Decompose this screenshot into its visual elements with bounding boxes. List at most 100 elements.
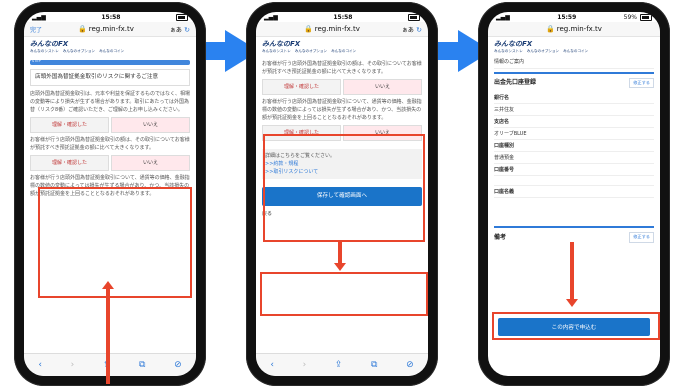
logo-sub-2: みんなのオプション — [294, 49, 328, 54]
account-number-value — [494, 176, 654, 187]
status-bar: ▂▄▆ 15:58 — [256, 12, 428, 22]
back-icon[interactable]: ‹ — [270, 360, 274, 370]
logo-sub-1: みんなのシストレ — [494, 49, 523, 54]
lock-icon: 🔒 — [546, 25, 555, 33]
status-time: 15:58 — [333, 13, 353, 21]
phone-1: ▂▄▆ 15:58 完了 🔒 reg.min-fx.tv ぁあ ↻ みんなのFX … — [14, 2, 206, 386]
notice-text-0: お客様が行う店頭外国為替証拠金取引の額は、その取引についてお客様が預託すべき預託… — [262, 60, 422, 75]
battery-text: 59% — [623, 13, 637, 21]
forward-icon[interactable]: › — [71, 360, 75, 370]
url-text[interactable]: reg.min-fx.tv — [315, 25, 360, 33]
back-icon[interactable]: ‹ — [38, 360, 42, 370]
battery-icon — [407, 13, 420, 21]
section-remarks-title: 備考 — [494, 234, 507, 242]
browser-toolbar: ‹ › ⇪ ⧉ ⊘ — [256, 353, 428, 376]
share-icon[interactable]: ⇪ — [335, 360, 343, 370]
section-divider-2 — [494, 226, 654, 229]
notice-text-2: お客様が行う店頭外国為替証拠金取引の額は、その取引についてお客様が預託すべき預託… — [30, 136, 190, 151]
logo-sub-3: みんなのコイン — [99, 49, 125, 54]
page-content: STEP 店頭外国為替証拠金取引のリスクに関するご注意 店頭外国為替証拠金取引は… — [24, 59, 196, 198]
edit-button-2[interactable]: 修正する — [629, 232, 654, 244]
reload-icon[interactable]: ↻ — [416, 26, 422, 34]
branch-value: オリーブBLUE — [494, 128, 654, 141]
text-size-button[interactable]: ぁあ — [170, 27, 182, 34]
text-size-button[interactable]: ぁあ — [402, 27, 414, 34]
submit-button[interactable]: この内容で申込む — [498, 318, 650, 336]
highlight-box — [38, 187, 192, 298]
url-text[interactable]: reg.min-fx.tv — [557, 25, 602, 33]
logo-sub-1: みんなのシストレ — [262, 49, 291, 54]
section-remarks: 備考 修正する — [494, 232, 654, 244]
account-type-value: 普通預金 — [494, 152, 654, 165]
brand-name: みんなのFX — [30, 40, 69, 48]
bank-name-value: 三井住友 — [494, 104, 654, 117]
signal-icon: ▂▄▆ — [264, 13, 278, 21]
branch-label: 支店名 — [494, 116, 654, 129]
brand-name: みんなのFX — [262, 40, 301, 48]
notice-text-1: お客様が行う店頭外国為替証拠金取引について、通貨等の価格、金融指標の数値の変動に… — [262, 98, 422, 121]
phone-2-screen: ▂▄▆ 15:58 🔒 reg.min-fx.tv ぁあ ↻ みんなのFX みんな… — [256, 12, 428, 376]
understood-button-1[interactable]: 理解・確認した — [262, 78, 341, 95]
done-button[interactable]: 完了 — [30, 25, 42, 34]
notice-title: 店頭外国為替証拠金取引のリスクに関するご注意 — [30, 68, 190, 86]
browser-toolbar: ‹ › ⇪ ⧉ ⊘ — [24, 353, 196, 376]
logo-sub-3: みんなのコイン — [563, 49, 589, 54]
account-type-label: 口座種別 — [494, 140, 654, 153]
highlight-box-2 — [260, 272, 428, 316]
step-label: STEP — [32, 59, 41, 64]
status-time: 15:59 — [557, 13, 577, 21]
down-arrow-indicator — [334, 240, 346, 271]
section-bank-title: 出金先口座登録 — [494, 79, 537, 87]
info-item: 情報のご案内 — [494, 57, 654, 69]
account-holder-label: 口座名義 — [494, 186, 654, 199]
logo-sub-2: みんなのオプション — [526, 49, 560, 54]
logo-sub-1: みんなのシストレ — [30, 49, 59, 54]
bookmarks-icon[interactable]: ⧉ — [371, 360, 377, 370]
highlight-box-1 — [263, 134, 425, 242]
bank-name-label: 銀行名 — [494, 92, 654, 105]
notice-text-1: 店頭外国為替証拠金取引は、元本や利益を保証するものではなく、相場の変動等により損… — [30, 90, 191, 113]
lock-icon: 🔒 — [304, 25, 313, 33]
site-logo: みんなのFX みんなのシストレ みんなのオプション みんなのコイン — [488, 37, 660, 57]
logo-sub-3: みんなのコイン — [331, 49, 357, 54]
reload-icon[interactable]: ↻ — [184, 26, 190, 34]
forward-icon[interactable]: › — [303, 360, 307, 370]
down-arrow-indicator — [566, 242, 578, 307]
signal-icon: ▂▄▆ — [496, 13, 510, 21]
no-button-1[interactable]: いいえ — [111, 116, 190, 133]
brand-name: みんなのFX — [494, 40, 533, 48]
lock-icon: 🔒 — [78, 25, 87, 33]
browser-url-bar[interactable]: 完了 🔒 reg.min-fx.tv ぁあ ↻ — [24, 22, 196, 37]
understood-button-1[interactable]: 理解・確認した — [30, 116, 109, 133]
edit-button[interactable]: 修正する — [629, 77, 654, 89]
compass-icon[interactable]: ⊘ — [406, 360, 414, 370]
phone-2: ▂▄▆ 15:58 🔒 reg.min-fx.tv ぁあ ↻ みんなのFX みんな… — [246, 2, 438, 386]
status-bar: ▂▄▆ 15:59 59% — [488, 12, 660, 22]
account-number-label: 口座番号 — [494, 164, 654, 177]
phone-3: ▂▄▆ 15:59 59% 🔒 reg.min-fx.tv みんなのFX みんなの… — [478, 2, 670, 386]
understood-button-2[interactable]: 理解・確認した — [30, 154, 109, 171]
step-progress: STEP — [30, 59, 190, 65]
browser-url-bar[interactable]: 🔒 reg.min-fx.tv ぁあ ↻ — [256, 22, 428, 37]
url-text[interactable]: reg.min-fx.tv — [89, 25, 134, 33]
phone-3-screen: ▂▄▆ 15:59 59% 🔒 reg.min-fx.tv みんなのFX みんなの… — [488, 12, 660, 376]
status-bar: ▂▄▆ 15:58 — [24, 12, 196, 22]
status-time: 15:58 — [101, 13, 121, 21]
phone-1-screen: ▂▄▆ 15:58 完了 🔒 reg.min-fx.tv ぁあ ↻ みんなのFX … — [24, 12, 196, 376]
logo-sub-2: みんなのオプション — [62, 49, 96, 54]
confirm-row-1: 理解・確認した いいえ — [30, 116, 190, 133]
section-bank: 出金先口座登録 修正する — [494, 77, 654, 89]
signal-icon: ▂▄▆ — [32, 13, 46, 21]
confirm-row-2: 理解・確認した いいえ — [30, 154, 190, 171]
site-logo: みんなのFX みんなのシストレ みんなのオプション みんなのコイン — [24, 37, 196, 57]
battery-icon — [175, 13, 188, 21]
no-button-1[interactable]: いいえ — [343, 78, 422, 95]
bookmarks-icon[interactable]: ⧉ — [139, 360, 145, 370]
section-divider — [494, 71, 654, 74]
confirm-row-1: 理解・確認した いいえ — [262, 78, 422, 95]
up-arrow-indicator — [102, 281, 114, 384]
compass-icon[interactable]: ⊘ — [174, 360, 182, 370]
browser-url-bar[interactable]: 🔒 reg.min-fx.tv — [488, 22, 660, 37]
page-content: 情報のご案内 出金先口座登録 修正する 銀行名 三井住友 支店名 オリーブBLU… — [488, 57, 660, 244]
no-button-2[interactable]: いいえ — [111, 154, 190, 171]
